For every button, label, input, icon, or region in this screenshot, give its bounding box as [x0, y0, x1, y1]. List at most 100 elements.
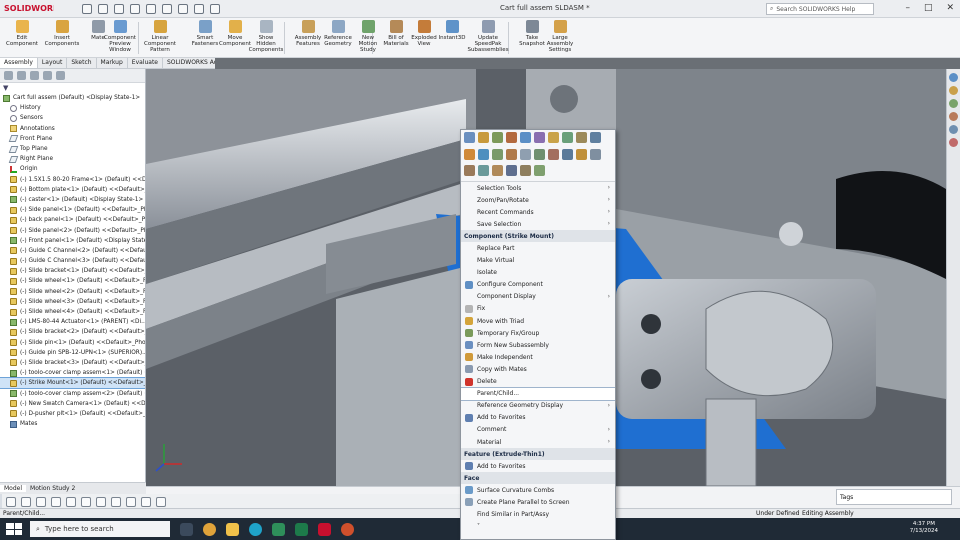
tree-item[interactable]: (-) Side panel<2> (Default) <<Default>_P… [0, 225, 145, 235]
tree-item[interactable]: (-) toolo-cover clamp assem<2> (Default)… [0, 388, 145, 398]
menu-item[interactable]: ˅ [461, 521, 615, 533]
tree-item[interactable]: Origin [0, 164, 145, 174]
menu-item[interactable]: Zoom/Pan/Rotate › [461, 194, 615, 206]
open-file-icon[interactable] [114, 3, 124, 14]
app-icon[interactable] [272, 522, 285, 536]
tree-item[interactable]: (-) Front panel<1> (Default) <Display St… [0, 236, 145, 246]
command-button[interactable]: Instant3D [432, 20, 472, 56]
view-palette-icon[interactable] [949, 112, 958, 121]
tree-item[interactable]: (-) Slide bracket<2> (Default) <<Default… [0, 327, 145, 337]
tree-item[interactable]: Top Plane [0, 144, 145, 154]
context-tool-icon[interactable] [534, 132, 545, 143]
tree-item[interactable]: (-) Slide wheel<1> (Default) <<Default>_… [0, 276, 145, 286]
section-view-icon[interactable] [66, 497, 76, 507]
zoom-fit-icon[interactable] [21, 497, 31, 507]
menu-item[interactable]: Temporary Fix/Group [461, 327, 615, 339]
tree-item[interactable]: (-) Slide wheel<4> (Default) <<Default>_… [0, 307, 145, 317]
help-search-input[interactable]: ⌕ Search SOLIDWORKS Help [766, 3, 874, 15]
menu-item[interactable]: Delete [461, 376, 615, 388]
tree-item[interactable]: History [0, 103, 145, 113]
tree-item[interactable]: (-) Side panel<1> (Default) <<Default>_P… [0, 205, 145, 215]
tree-item[interactable]: (-) Slide pin<1> (Default) <<Default>_Ph… [0, 338, 145, 348]
tree-item[interactable]: (-) 1.5X1.5 80-20 Frame<1> (Default) <<D… [0, 175, 145, 185]
context-tool-icon[interactable] [464, 148, 475, 160]
menu-item[interactable]: Add to Favorites [461, 460, 615, 472]
zoom-area-icon[interactable] [36, 497, 46, 507]
context-tool-icon[interactable] [576, 132, 587, 143]
menu-item[interactable]: Component Display › [461, 291, 615, 303]
tab-motion-study[interactable]: Motion Study 2 [26, 485, 79, 492]
file-explorer-icon[interactable] [226, 522, 239, 536]
task-view-icon[interactable] [180, 522, 193, 536]
powerpoint-icon[interactable] [341, 522, 354, 536]
menu-item[interactable]: Parent/Child... [461, 386, 615, 401]
context-tool-icon[interactable] [464, 165, 475, 177]
tree-item[interactable]: (-) New Swatch Camera<1> (Default) <<Def… [0, 399, 145, 409]
solidworks-resources-icon[interactable] [949, 73, 958, 82]
context-tool-icon[interactable] [478, 148, 489, 160]
tree-item[interactable]: Front Plane [0, 134, 145, 144]
options-icon[interactable] [210, 3, 220, 14]
menu-item[interactable]: Add to Favorites [461, 412, 615, 424]
tags-field[interactable]: Tags [836, 489, 952, 505]
feature-manager-icon[interactable] [4, 71, 13, 80]
design-library-icon[interactable] [949, 86, 958, 95]
view-orientation-icon[interactable] [81, 497, 91, 507]
chrome-icon[interactable] [203, 522, 216, 536]
menu-item[interactable]: Find Similar in Part/Assy [461, 509, 615, 521]
hide-show-icon[interactable] [111, 497, 121, 507]
tree-item[interactable]: (-) Slide wheel<3> (Default) <<Default>_… [0, 297, 145, 307]
tree-filter[interactable]: ▼ [0, 83, 145, 93]
tab-sketch[interactable]: Sketch [67, 58, 97, 68]
taskbar-search-input[interactable]: ⌕ Type here to search [30, 521, 170, 537]
configuration-manager-icon[interactable] [30, 71, 39, 80]
home-icon[interactable] [82, 3, 92, 14]
context-tool-icon[interactable] [506, 148, 517, 160]
context-tool-icon[interactable] [520, 165, 531, 177]
tree-item[interactable]: (-) Guide C Channel<2> (Default) <<Defau… [0, 246, 145, 256]
tree-item[interactable]: Cart full assem (Default) <Display State… [0, 93, 145, 103]
file-explorer-icon[interactable] [949, 99, 958, 108]
select-icon[interactable] [6, 497, 16, 507]
command-button[interactable]: Update SpeedPak Subassemblies [467, 20, 509, 56]
excel-icon[interactable] [295, 522, 308, 536]
menu-item[interactable]: Isolate [461, 267, 615, 279]
tree-item[interactable]: Right Plane [0, 154, 145, 164]
windows-start-icon[interactable] [6, 523, 22, 535]
context-tool-icon[interactable] [520, 148, 531, 160]
menu-item[interactable]: Selection Tools › [461, 182, 615, 194]
tree-item[interactable]: (-) back panel<1> (Default) <<Default>_P… [0, 215, 145, 225]
tree-item[interactable]: Sensors [0, 113, 145, 123]
menu-item[interactable]: Configure Component [461, 279, 615, 291]
property-manager-icon[interactable] [17, 71, 26, 80]
menu-item[interactable]: Form New Subassembly [461, 339, 615, 351]
display-style-icon[interactable] [96, 497, 106, 507]
command-button[interactable]: Insert Components [42, 20, 82, 56]
edge-icon[interactable] [249, 522, 262, 536]
tree-item[interactable]: (-) toolo-cover clamp assem<1> (Default)… [0, 368, 145, 378]
context-tool-icon[interactable] [590, 148, 601, 160]
tree-item[interactable]: (-) Slide bracket<3> (Default) <<Default… [0, 358, 145, 368]
scene-icon[interactable] [141, 497, 151, 507]
display-manager-icon[interactable] [56, 71, 65, 80]
select-icon[interactable] [178, 3, 188, 14]
context-tool-icon[interactable] [492, 132, 503, 143]
view-settings-icon[interactable] [156, 497, 166, 507]
context-tool-icon[interactable] [492, 165, 503, 177]
appearances-icon[interactable] [949, 125, 958, 134]
tab-model[interactable]: Model [0, 485, 27, 492]
context-tool-icon[interactable] [590, 132, 601, 143]
context-tool-icon[interactable] [548, 148, 559, 160]
tree-item[interactable]: (-) Strike Mount<1> (Default) <<Default>… [0, 377, 145, 390]
menu-item[interactable]: Fix [461, 303, 615, 315]
previous-view-icon[interactable] [51, 497, 61, 507]
menu-item[interactable]: Move with Triad [461, 315, 615, 327]
context-tool-icon[interactable] [548, 132, 559, 143]
menu-item[interactable]: Make Independent [461, 351, 615, 363]
tree-item[interactable]: (-) Guide C Channel<3> (Default) <<Defau… [0, 256, 145, 266]
maximize-button[interactable]: □ [924, 3, 933, 13]
solidworks-taskbar-icon[interactable] [318, 522, 331, 536]
custom-properties-icon[interactable] [949, 138, 958, 147]
tree-item[interactable]: (-) D-pusher plt<1> (Default) <<Default>… [0, 409, 145, 419]
tree-item[interactable]: (-) Guide pin SPB-12-UPN<1> (SUPERIOR)..… [0, 348, 145, 358]
